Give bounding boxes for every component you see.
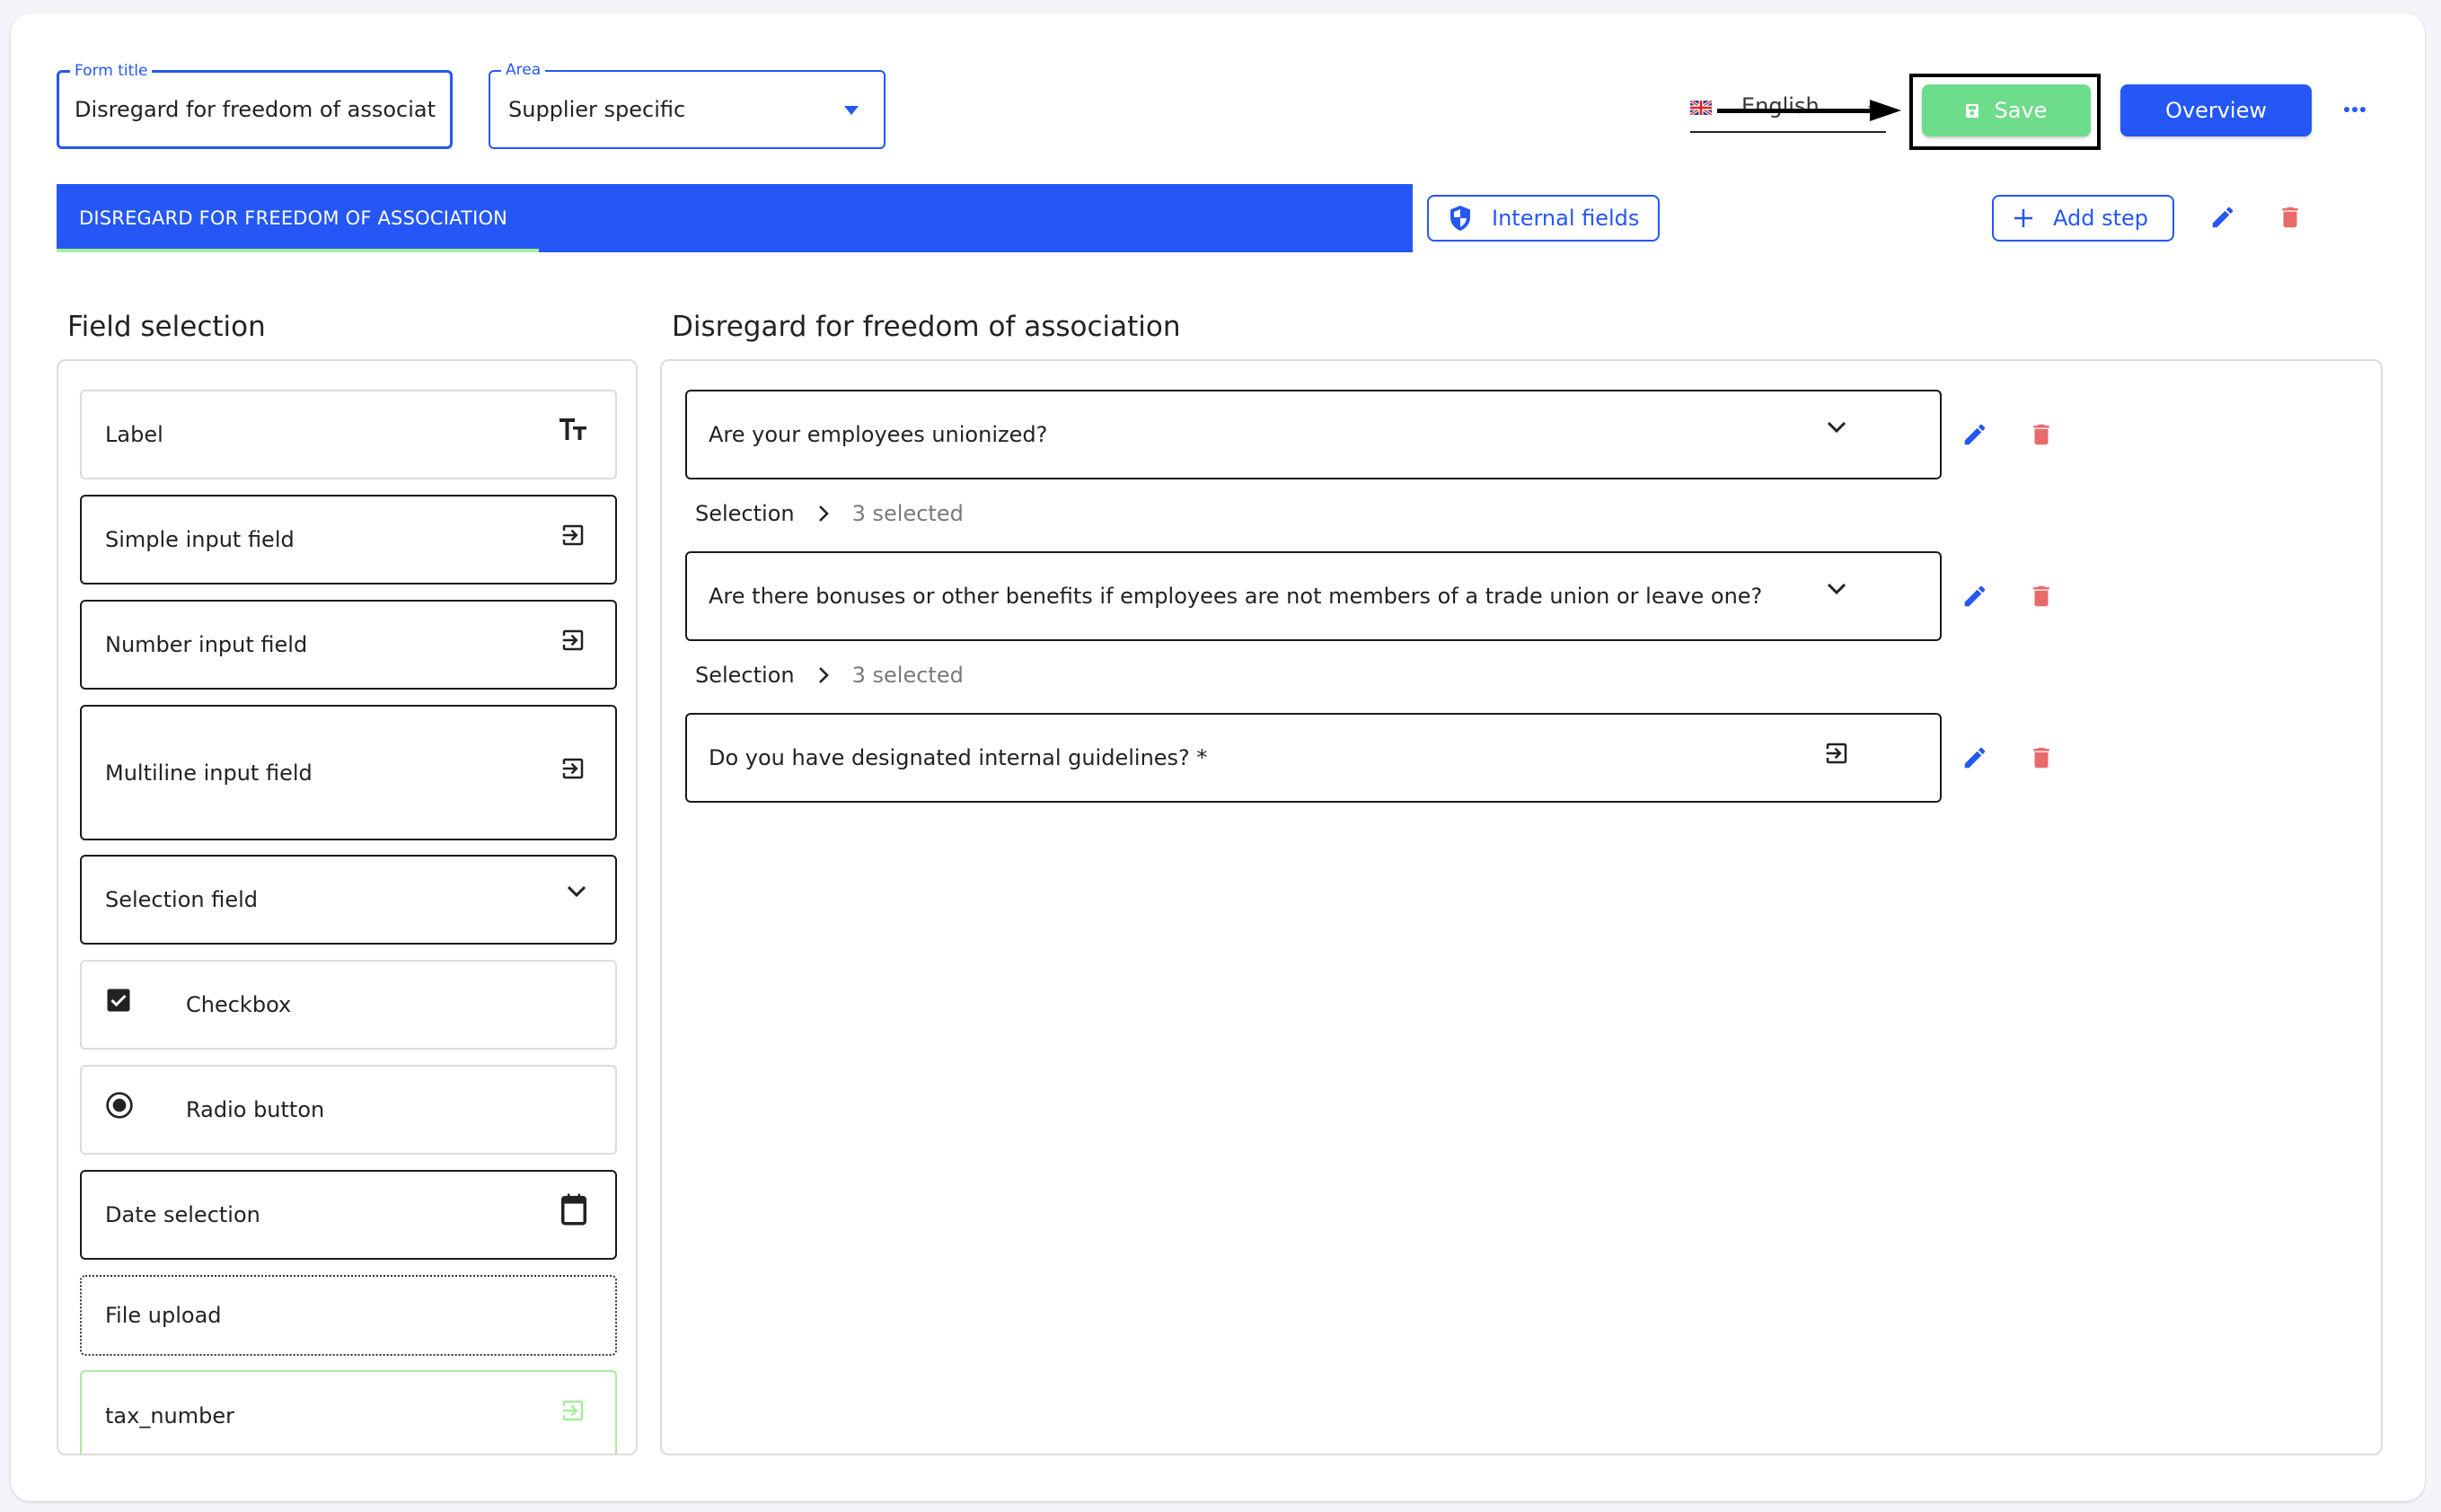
field-type-checkbox[interactable]: Checkbox	[80, 960, 617, 1050]
edit-question-button[interactable]	[1957, 417, 1993, 453]
question-field[interactable]: Do you have designated internal guidelin…	[685, 713, 1942, 803]
selection-label: Selection	[695, 663, 795, 688]
field-type-name: tax_number	[105, 1403, 234, 1428]
edit-question-button[interactable]	[1957, 578, 1993, 614]
field-type-name: Number input field	[105, 632, 308, 657]
field-type-name: Radio button	[186, 1097, 325, 1122]
selection-count: 3 selected	[851, 663, 964, 688]
question-text: Are there bonuses or other benefits if e…	[709, 584, 1763, 609]
tab-label: DISREGARD FOR FREEDOM OF ASSOCIATION	[79, 207, 508, 229]
uk-flag-icon	[1690, 101, 1712, 115]
step-title: Disregard for freedom of association	[672, 311, 1181, 343]
area-value: Supplier specific	[508, 97, 686, 122]
field-type-name: File upload	[105, 1303, 222, 1328]
field-type-date[interactable]: Date selection	[80, 1170, 617, 1260]
form-title-input[interactable]: Form title Disregard for freedom of asso…	[57, 61, 453, 149]
caret-down-icon	[844, 106, 859, 115]
chevron-right-icon	[818, 505, 829, 522]
more-options-button[interactable]	[2339, 93, 2371, 126]
field-type-file-upload[interactable]: File upload	[80, 1275, 617, 1356]
add-step-button[interactable]: Add step	[1992, 195, 2174, 242]
save-icon	[1965, 103, 1978, 118]
chevron-right-icon	[818, 667, 829, 683]
field-type-label[interactable]: Label	[80, 390, 617, 479]
radio-checked-icon	[106, 1092, 133, 1119]
delete-question-button[interactable]	[2023, 417, 2059, 453]
save-button[interactable]: Save	[1922, 84, 2091, 136]
overview-button[interactable]: Overview	[2120, 84, 2312, 136]
input-icon	[562, 758, 584, 779]
overview-label: Overview	[2165, 98, 2267, 123]
trash-icon	[2033, 585, 2049, 607]
field-selection-title: Field selection	[67, 311, 266, 343]
selection-options-link[interactable]: Selection 3 selected	[695, 663, 964, 688]
language-select[interactable]: English	[1690, 88, 1886, 133]
field-type-name: Date selection	[105, 1202, 260, 1227]
calendar-icon	[561, 1193, 586, 1226]
field-type-name: Multiline input field	[105, 760, 313, 786]
edit-question-button[interactable]	[1957, 740, 1993, 776]
question-field[interactable]: Are your employees unionized?	[685, 390, 1942, 479]
field-type-multiline-input[interactable]: Multiline input field	[80, 705, 617, 840]
field-type-name: Checkbox	[186, 992, 292, 1017]
checkbox-checked-icon	[107, 989, 130, 1012]
plus-icon	[2014, 209, 2032, 227]
step-content-panel: Are your employees unionized? Selection …	[660, 359, 2383, 1455]
pencil-icon	[1964, 424, 1986, 445]
area-select[interactable]: Area Supplier specific	[489, 60, 886, 149]
add-step-label: Add step	[2053, 206, 2149, 231]
save-label: Save	[1994, 98, 2048, 123]
pencil-icon	[1964, 585, 1986, 607]
field-type-name: Simple input field	[105, 527, 295, 552]
pencil-icon	[1964, 747, 1986, 769]
more-horizontal-icon	[2344, 107, 2366, 112]
chevron-down-icon	[1827, 421, 1846, 434]
selection-label: Selection	[695, 501, 795, 526]
trash-icon	[2033, 424, 2049, 445]
field-type-name: Selection field	[105, 887, 259, 912]
step-tab-bar: DISREGARD FOR FREEDOM OF ASSOCIATION	[57, 184, 1413, 252]
field-type-selection[interactable]: Selection field	[80, 855, 617, 945]
internal-fields-label: Internal fields	[1492, 206, 1640, 231]
edit-step-button[interactable]	[2205, 199, 2241, 235]
field-selection-panel: Label Simple input field Number input fi…	[57, 359, 638, 1455]
trash-icon	[2282, 207, 2298, 228]
internal-fields-button[interactable]: Internal fields	[1427, 195, 1660, 242]
delete-step-button[interactable]	[2272, 199, 2308, 235]
input-icon	[562, 1400, 584, 1421]
caret-down-icon	[1868, 106, 1881, 113]
language-value: English	[1741, 93, 1820, 119]
delete-question-button[interactable]	[2023, 740, 2059, 776]
selection-options-link[interactable]: Selection 3 selected	[695, 501, 964, 526]
field-type-simple-input[interactable]: Simple input field	[80, 495, 617, 585]
question-text: Are your employees unionized?	[709, 422, 1048, 447]
input-icon	[562, 629, 584, 651]
field-type-name: Label	[105, 422, 163, 447]
question-field[interactable]: Are there bonuses or other benefits if e…	[685, 551, 1942, 641]
shield-icon	[1450, 206, 1470, 231]
tab-step-disregard[interactable]: DISREGARD FOR FREEDOM OF ASSOCIATION	[57, 184, 539, 252]
form-title-value: Disregard for freedom of association	[75, 97, 436, 122]
input-icon	[1826, 743, 1847, 764]
selection-count: 3 selected	[851, 501, 964, 526]
input-icon	[562, 524, 584, 546]
pencil-icon	[2212, 207, 2234, 228]
field-type-radio[interactable]: Radio button	[80, 1065, 617, 1155]
chevron-down-icon	[567, 885, 586, 898]
trash-icon	[2033, 747, 2049, 769]
question-text: Do you have designated internal guidelin…	[709, 745, 1208, 770]
field-type-number-input[interactable]: Number input field	[80, 600, 617, 690]
delete-question-button[interactable]	[2023, 578, 2059, 614]
text-size-icon	[560, 418, 586, 440]
active-tab-indicator	[57, 249, 539, 252]
chevron-down-icon	[1827, 583, 1846, 595]
field-type-tax-number[interactable]: tax_number	[80, 1370, 617, 1454]
